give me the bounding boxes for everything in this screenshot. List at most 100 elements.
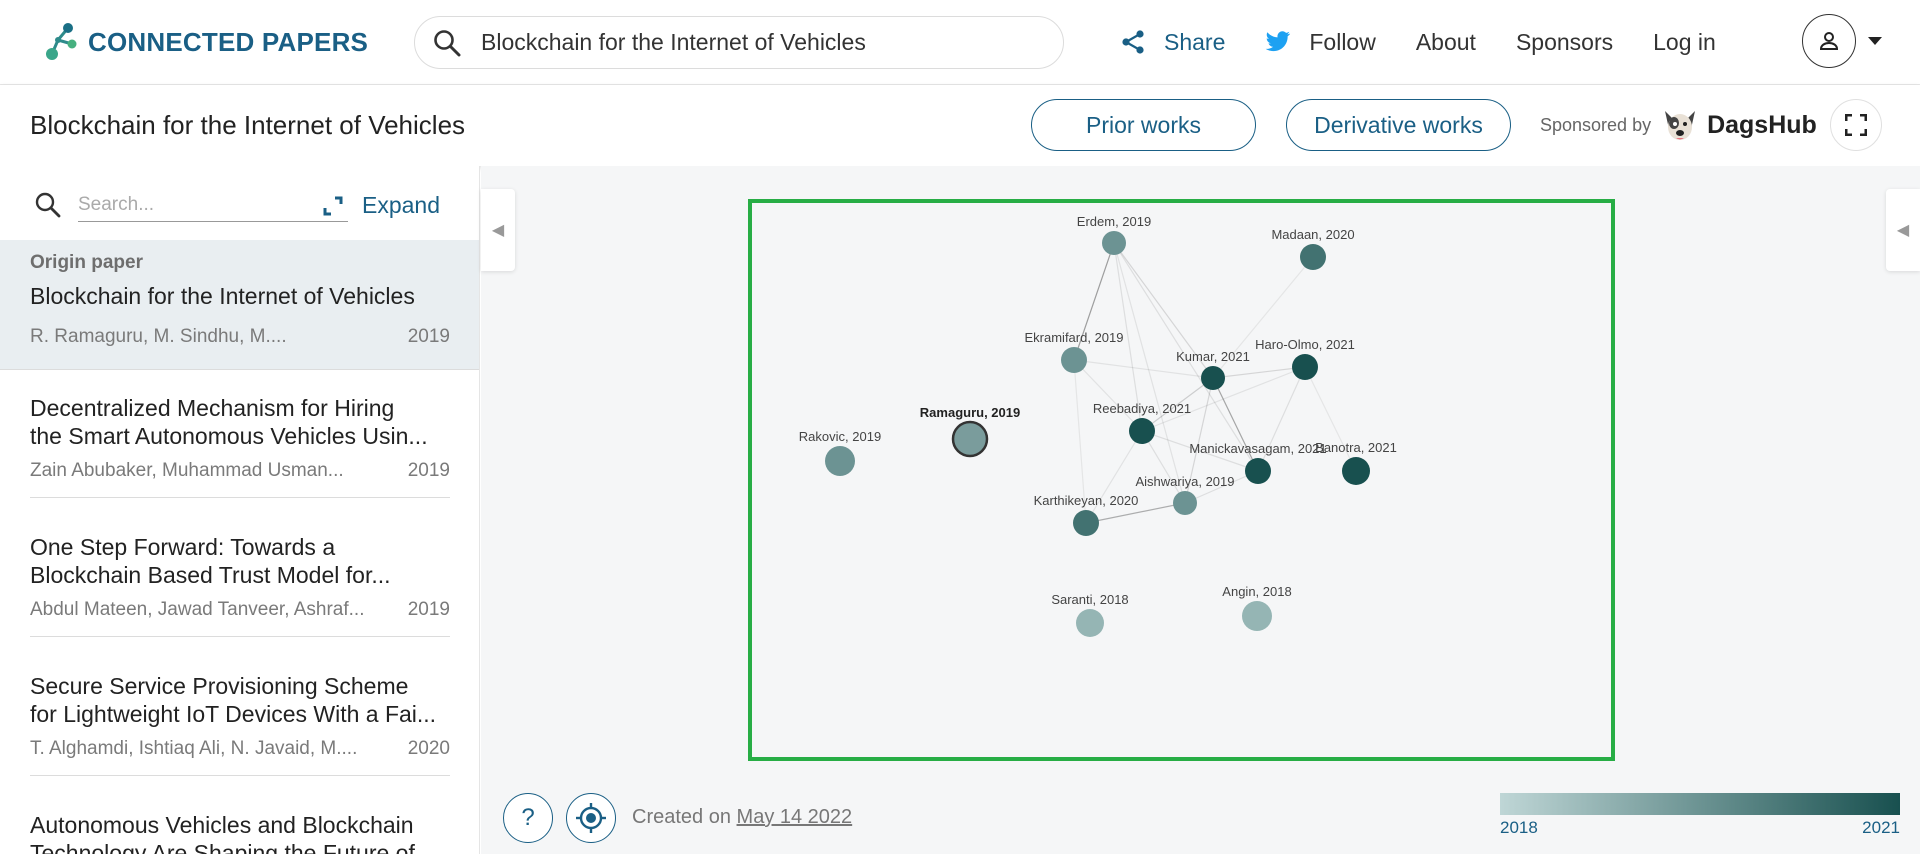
origin-paper-authors: R. Ramaguru, M. Sindhu, M.... <box>30 326 287 347</box>
graph-node-label: Aishwariya, 2019 <box>1136 474 1235 489</box>
graph-panel: ◀ ◀ Erdem, 2019 Madaan, 2020 Ekramifard, 2… <box>481 166 1920 854</box>
sponsor-banner[interactable]: Sponsored by DagsHub <box>1540 107 1817 143</box>
graph-node-label: Saranti, 2018 <box>1051 592 1128 607</box>
list-item[interactable]: One Step Forward: Towards a Blockchain B… <box>30 533 450 637</box>
graph-node-label: Ramaguru, 2019 <box>920 405 1020 420</box>
expand-icon <box>323 196 343 215</box>
crosshair-icon <box>576 803 606 833</box>
legend-min-label: 2018 <box>1500 818 1538 837</box>
graph-node-aishwariya[interactable] <box>1173 491 1197 515</box>
paper-year: 2019 <box>407 599 450 620</box>
graph-node-label: Karthikeyan, 2020 <box>1034 493 1139 508</box>
paper-list-sidebar: Expand Origin paper Blockchain for the I… <box>0 166 480 854</box>
graph-node-ekramifard[interactable] <box>1061 347 1087 373</box>
graph-node-label: Madaan, 2020 <box>1271 227 1354 242</box>
graph-header: Blockchain for the Internet of Vehicles … <box>0 85 1920 166</box>
graph-node-madaan[interactable] <box>1300 244 1326 270</box>
paper-authors: Zain Abubaker, Muhammad Usman... <box>30 460 344 481</box>
collapse-sidebar-button[interactable]: ◀ <box>481 189 515 271</box>
recenter-button[interactable] <box>566 793 616 843</box>
brand-name: CONNECTED PAPERS <box>88 26 369 57</box>
graph-node-haroolmo[interactable] <box>1292 354 1318 380</box>
search-query-text[interactable]: Blockchain for the Internet of Vehicles <box>481 29 866 56</box>
created-date-text: Created on May 14 2022 <box>632 806 852 829</box>
origin-paper-title: Blockchain for the Internet of Vehicles <box>30 283 415 309</box>
share-button[interactable]: Share <box>1120 29 1225 56</box>
graph-node-rakovic[interactable] <box>825 446 855 476</box>
help-button[interactable]: ? <box>503 793 553 843</box>
user-icon <box>1819 32 1839 50</box>
created-prefix: Created on <box>632 806 731 828</box>
paper-title-line: for Lightweight IoT Devices With a Fai..… <box>30 701 437 727</box>
share-label: Share <box>1164 28 1226 55</box>
paper-authors: T. Alghamdi, Ishtiaq Ali, N. Javaid, M..… <box>30 738 358 759</box>
fullscreen-button[interactable] <box>1830 99 1882 151</box>
paper-title-line: One Step Forward: Towards a <box>30 534 336 560</box>
paper-title: Autonomous Vehicles and Blockchain Techn… <box>30 811 450 854</box>
year-color-legend: 2018 2021 <box>1500 793 1900 838</box>
graph-node-label: Erdem, 2019 <box>1077 214 1151 229</box>
created-date-link[interactable]: May 14 2022 <box>737 806 853 828</box>
origin-paper-card[interactable]: Origin paper Blockchain for the Internet… <box>0 240 479 370</box>
graph-node-label: Rakovic, 2019 <box>799 429 881 444</box>
graph-edge <box>1212 377 1259 472</box>
graph-node-banotra[interactable] <box>1342 457 1370 485</box>
paper-title-line: Decentralized Mechanism for Hiring <box>30 395 395 421</box>
sidebar-search <box>34 188 348 222</box>
share-icon <box>1122 30 1144 54</box>
page-title: Blockchain for the Internet of Vehicles <box>30 110 466 140</box>
legend-gradient-bar <box>1500 793 1900 815</box>
sponsored-by-label: Sponsored by <box>1540 114 1652 135</box>
paper-authors: Abdul Mateen, Jawad Tanveer, Ashraf... <box>30 599 365 620</box>
graph-edge <box>1085 430 1143 524</box>
list-item[interactable]: Secure Service Provisioning Scheme for L… <box>30 672 450 776</box>
paper-title: One Step Forward: Towards a Blockchain B… <box>30 533 450 589</box>
main-search-bar[interactable]: Blockchain for the Internet of Vehicles <box>414 16 1064 69</box>
paper-title-line: Secure Service Provisioning Scheme <box>30 673 409 699</box>
top-navbar: CONNECTED PAPERS Blockchain for the Inte… <box>0 0 1920 85</box>
graph-node-label: Reebadiya, 2021 <box>1093 401 1191 416</box>
paper-title-line: Autonomous Vehicles and Blockchain <box>30 812 414 838</box>
graph-node-reebadiya[interactable] <box>1129 418 1155 444</box>
chevron-down-icon[interactable] <box>1866 35 1884 47</box>
graph-canvas[interactable]: Erdem, 2019 Madaan, 2020 Ekramifard, 2019 K… <box>748 199 1615 761</box>
paper-year: 2019 <box>407 460 450 481</box>
avatar[interactable] <box>1802 14 1856 68</box>
graph-node-manickavasagam[interactable] <box>1245 458 1271 484</box>
prior-works-button[interactable]: Prior works <box>1031 99 1256 151</box>
nav-links: Share Follow About Sponsors Log in <box>1120 22 1756 62</box>
chevron-left-icon: ◀ <box>491 222 505 239</box>
search-icon <box>434 29 461 56</box>
graph-node-label: Banotra, 2021 <box>1315 440 1397 455</box>
connected-papers-logo[interactable]: CONNECTED PAPERS <box>44 22 368 62</box>
graph-node-karthikeyan[interactable] <box>1073 510 1099 536</box>
expand-button[interactable]: Expand <box>322 192 440 219</box>
graph-node-saranti[interactable] <box>1076 609 1104 637</box>
search-icon <box>35 192 61 218</box>
graph-edge <box>1073 359 1143 432</box>
sidebar-search-input[interactable] <box>78 188 348 222</box>
collapse-details-button[interactable]: ◀ <box>1886 189 1920 271</box>
paper-title-line: Technology Are Shaping the Future of... <box>30 840 435 854</box>
graph-node-ramaguru[interactable] <box>951 420 989 458</box>
paper-title: Secure Service Provisioning Scheme for L… <box>30 672 450 728</box>
origin-paper-label: Origin paper <box>30 252 143 273</box>
about-link[interactable]: About <box>1416 29 1476 56</box>
sponsor-name: DagsHub <box>1707 110 1817 139</box>
derivative-works-button[interactable]: Derivative works <box>1286 99 1511 151</box>
follow-button[interactable]: Follow <box>1265 29 1376 56</box>
list-item[interactable]: Decentralized Mechanism for Hiring the S… <box>30 394 450 498</box>
origin-paper-year: 2019 <box>407 326 450 347</box>
logo-icon <box>46 23 77 60</box>
graph-node-label: Kumar, 2021 <box>1176 349 1250 364</box>
fullscreen-icon <box>1845 114 1867 136</box>
graph-node-angin[interactable] <box>1242 601 1272 631</box>
account-menu[interactable] <box>1802 14 1884 68</box>
graph-node-kumar[interactable] <box>1201 366 1225 390</box>
graph-node-erdem[interactable] <box>1102 231 1126 255</box>
sponsors-link[interactable]: Sponsors <box>1516 29 1613 56</box>
citation-graph[interactable]: Erdem, 2019 Madaan, 2020 Ekramifard, 2019 K… <box>752 203 1611 757</box>
list-item[interactable]: Autonomous Vehicles and Blockchain Techn… <box>30 811 450 854</box>
login-link[interactable]: Log in <box>1653 29 1716 56</box>
graph-node-label: Manickavasagam, 2021 <box>1189 441 1326 456</box>
